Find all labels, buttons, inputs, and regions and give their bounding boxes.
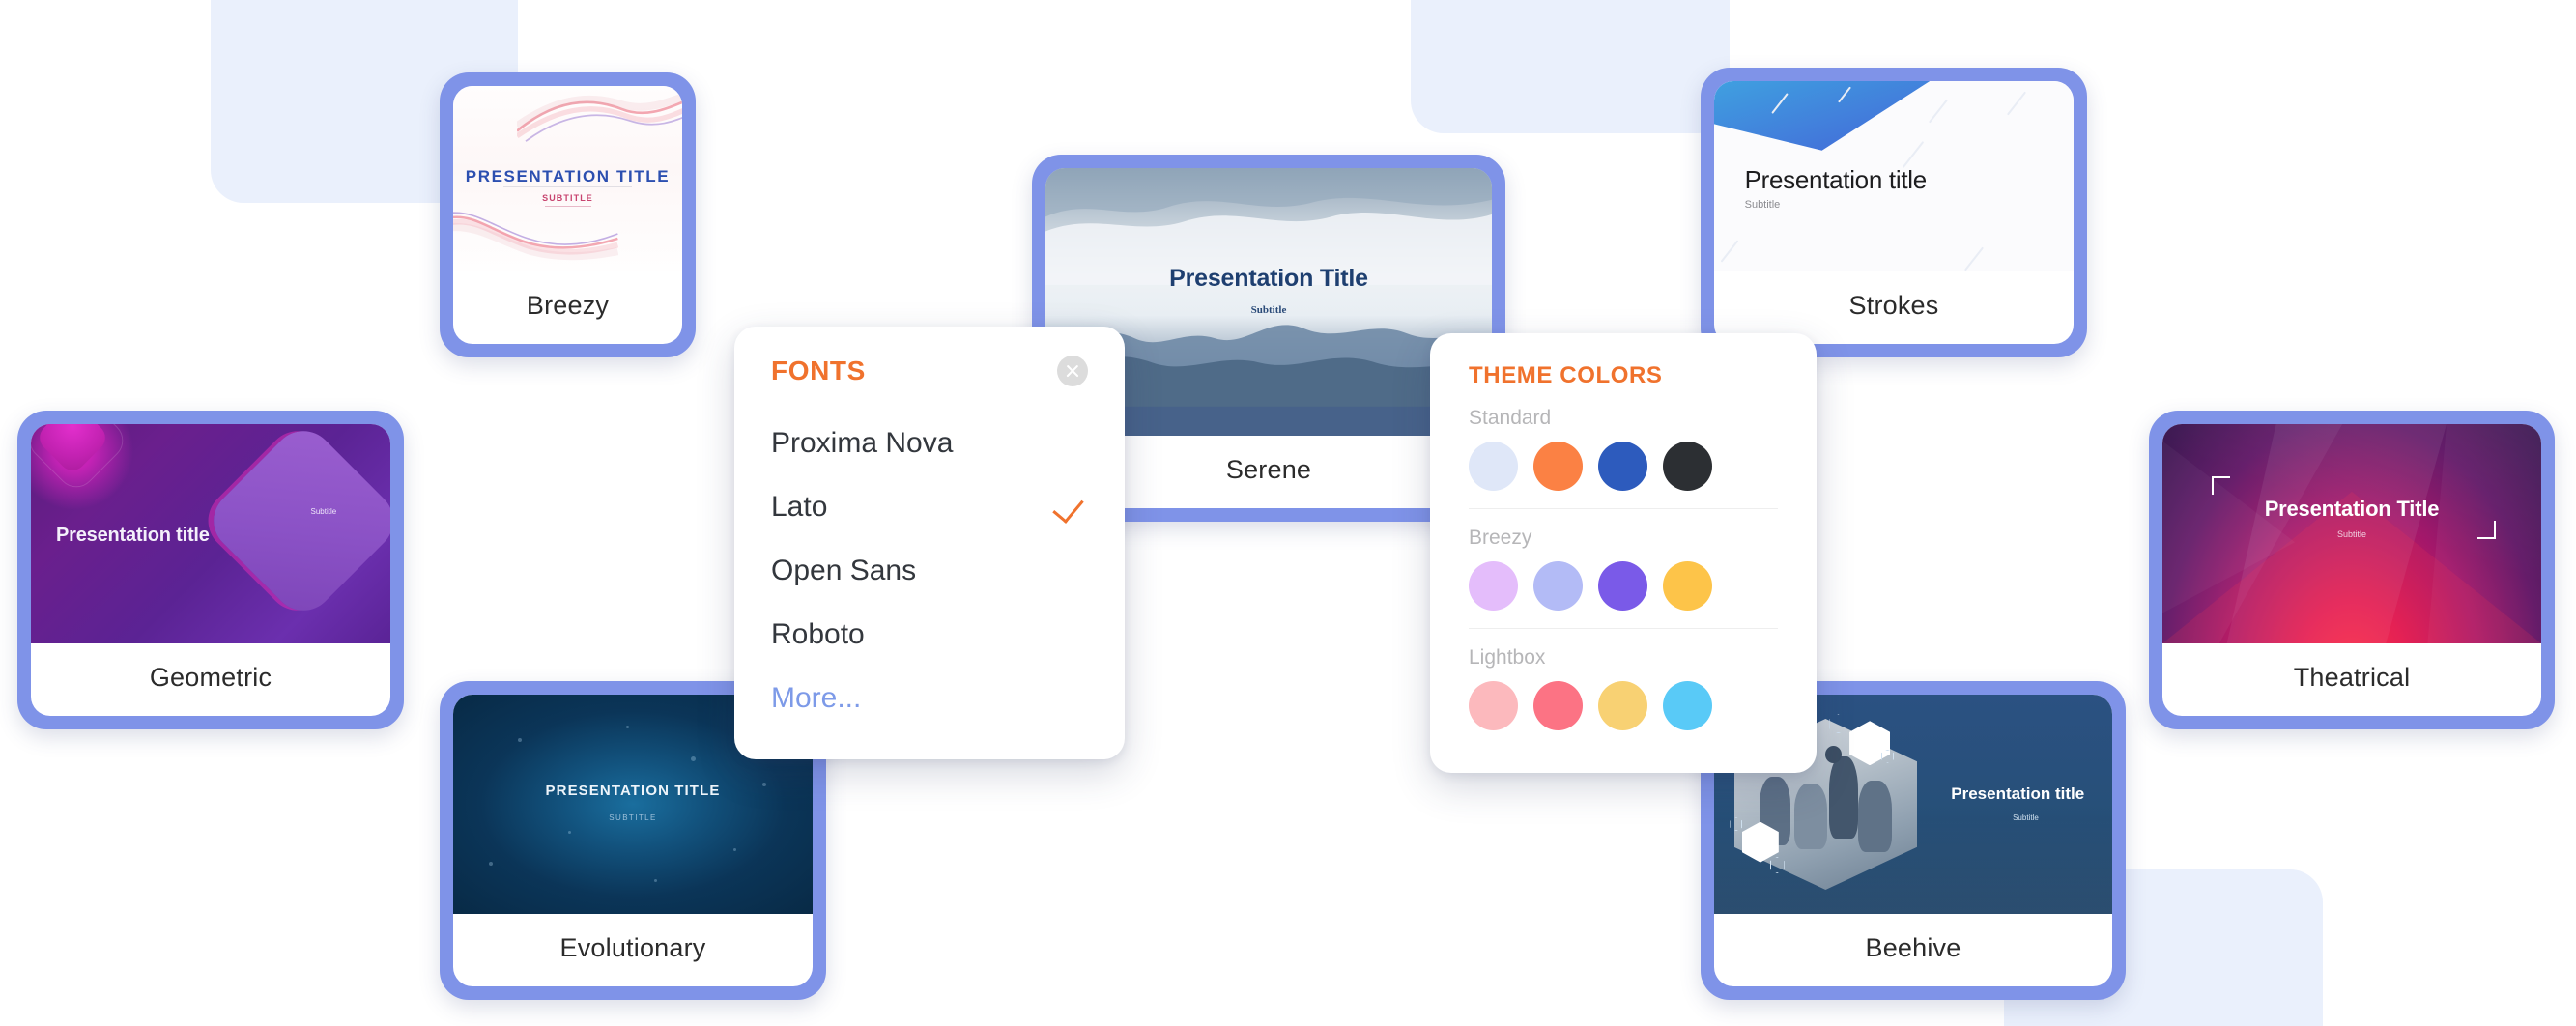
fonts-panel: FONTS Proxima Nova Lato Open Sans Roboto Mor… (734, 327, 1125, 759)
color-swatch[interactable] (1533, 561, 1583, 611)
slide-preview-strokes: Presentation title Subtitle (1714, 81, 2074, 271)
font-option-proxima-nova[interactable]: Proxima Nova (771, 412, 1088, 475)
theme-card-theatrical[interactable]: Presentation Title Subtitle Theatrical (2149, 411, 2555, 729)
color-swatch[interactable] (1598, 561, 1647, 611)
swatch-row (1469, 442, 1778, 508)
theme-card-geometric[interactable]: Presentation title Subtitle Geometric (17, 411, 404, 729)
color-swatch[interactable] (1663, 561, 1712, 611)
color-swatch[interactable] (1663, 442, 1712, 491)
fonts-panel-title: FONTS (771, 356, 866, 385)
swatch-row (1469, 561, 1778, 628)
font-option-open-sans[interactable]: Open Sans (771, 539, 1088, 603)
swatch-group-label: Standard (1469, 407, 1552, 429)
fonts-panel-header: FONTS (771, 356, 1088, 386)
purple-diamond-icon (201, 424, 390, 624)
slide-preview-breezy: PRESENTATION TITLE SUBTITLE (453, 86, 682, 271)
slide-title: Presentation Title (1169, 264, 1368, 292)
color-swatch[interactable] (1533, 681, 1583, 730)
font-option-label: Open Sans (771, 555, 917, 586)
slide-divider (503, 185, 632, 187)
swatch-group-lightbox: Lightbox (1469, 628, 1778, 748)
check-icon (1052, 491, 1084, 524)
corner-bracket-icon (2211, 476, 2230, 496)
theme-card-label: Geometric (149, 663, 272, 692)
color-swatch[interactable] (1469, 442, 1518, 491)
theme-picker-canvas: PRESENTATION TITLE SUBTITLE Breezy Prese… (0, 0, 2576, 1026)
card-inner: Presentation title Subtitle Geometric (31, 424, 390, 716)
font-option-label: Proxima Nova (771, 427, 954, 459)
color-swatch[interactable] (1533, 442, 1583, 491)
color-swatch[interactable] (1598, 681, 1647, 730)
swatch-group-standard: Standard (1469, 389, 1778, 508)
slide-title: Presentation Title (2264, 496, 2440, 521)
color-swatch[interactable] (1469, 561, 1518, 611)
background-plate (1411, 0, 1730, 133)
swatch-groups: Standard Breezy Lightbox (1469, 389, 1778, 748)
color-swatch[interactable] (1598, 442, 1647, 491)
slide-title: Presentation title (56, 525, 210, 547)
swatch-group-label: Lightbox (1469, 646, 1546, 669)
font-list: Proxima Nova Lato Open Sans Roboto More... (771, 412, 1088, 730)
swatch-group-breezy: Breezy (1469, 508, 1778, 628)
font-option-label: Roboto (771, 618, 865, 650)
font-option-lato[interactable]: Lato (771, 475, 1088, 539)
theme-card-label: Theatrical (2293, 663, 2411, 692)
theme-card-breezy[interactable]: PRESENTATION TITLE SUBTITLE Breezy (440, 72, 696, 357)
swatch-row (1469, 681, 1778, 748)
slide-title: PRESENTATION TITLE (545, 782, 721, 799)
theme-colors-panel: THEME COLORS Standard Breezy Lightbox (1430, 333, 1817, 773)
theme-card-strokes[interactable]: Presentation title Subtitle Strokes (1701, 68, 2087, 357)
card-inner: PRESENTATION TITLE SUBTITLE Breezy (453, 86, 682, 344)
slide-preview-theatrical: Presentation Title Subtitle (2162, 424, 2541, 643)
theme-card-label: Evolutionary (559, 933, 706, 962)
theme-card-label: Breezy (526, 291, 610, 320)
color-swatch[interactable] (1469, 681, 1518, 730)
theme-colors-panel-title: THEME COLORS (1469, 362, 1663, 388)
slide-subtitle: SUBTITLE (609, 812, 657, 822)
slide-subtitle: Subtitle (1250, 304, 1287, 317)
color-swatch[interactable] (1663, 681, 1712, 730)
wave-decoration-icon (517, 93, 682, 142)
slide-title: Presentation title (1744, 164, 1928, 194)
card-inner: Presentation title Subtitle Strokes (1714, 81, 2074, 344)
card-inner: Presentation Title Subtitle Theatrical (2162, 424, 2541, 716)
close-icon[interactable] (1057, 356, 1088, 386)
font-option-roboto[interactable]: Roboto (771, 603, 1088, 667)
slide-subtitle: Subtitle (1744, 199, 1781, 212)
slide-subtitle: Subtitle (310, 507, 337, 517)
slide-preview-geometric: Presentation title Subtitle (31, 424, 390, 643)
slide-title: Presentation title (1951, 784, 2085, 804)
font-option-label: Lato (771, 491, 828, 523)
slide-title: PRESENTATION TITLE (465, 167, 671, 186)
swatch-group-label: Breezy (1469, 527, 1532, 549)
wave-decoration-icon (453, 212, 618, 260)
slide-subtitle: Subtitle (2336, 528, 2367, 539)
more-fonts-link[interactable]: More... (771, 667, 1088, 730)
slide-subtitle: SUBTITLE (453, 193, 682, 207)
theme-card-label: Beehive (1865, 933, 1961, 962)
slide-subtitle: Subtitle (2013, 812, 2039, 822)
